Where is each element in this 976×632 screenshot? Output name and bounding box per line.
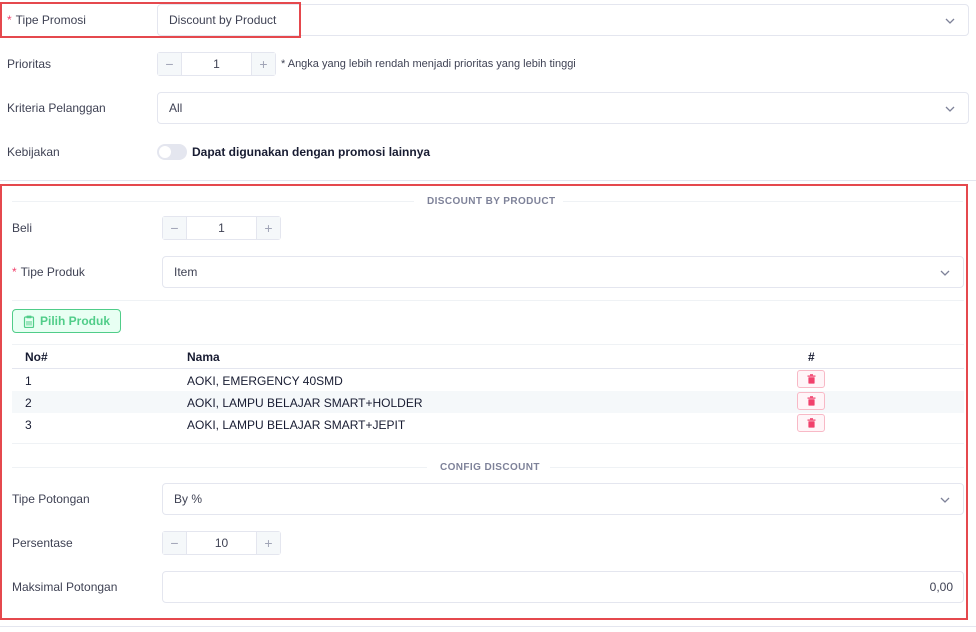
kebijakan-label: Kebijakan (7, 145, 60, 159)
chevron-down-icon (945, 106, 955, 112)
highlight-tipe-promosi (0, 2, 301, 38)
prioritas-stepper[interactable]: − 1 + (157, 52, 276, 76)
kriteria-select[interactable]: All (157, 92, 969, 124)
kebijakan-toggle[interactable] (157, 144, 187, 160)
prioritas-value[interactable]: 1 (182, 53, 251, 75)
minus-icon[interactable]: − (158, 53, 182, 75)
prioritas-label: Prioritas (7, 57, 52, 71)
chevron-down-icon (945, 18, 955, 24)
plus-icon[interactable]: + (251, 53, 275, 75)
prioritas-note: * Angka yang lebih rendah menjadi priori… (281, 58, 576, 70)
highlight-discount-section (0, 184, 968, 620)
kebijakan-toggle-label: Dapat digunakan dengan promosi lainnya (192, 145, 431, 159)
bottom-divider (0, 626, 976, 627)
kriteria-value: All (169, 101, 183, 115)
kriteria-label: Kriteria Pelanggan (7, 101, 106, 115)
top-divider (0, 180, 976, 181)
